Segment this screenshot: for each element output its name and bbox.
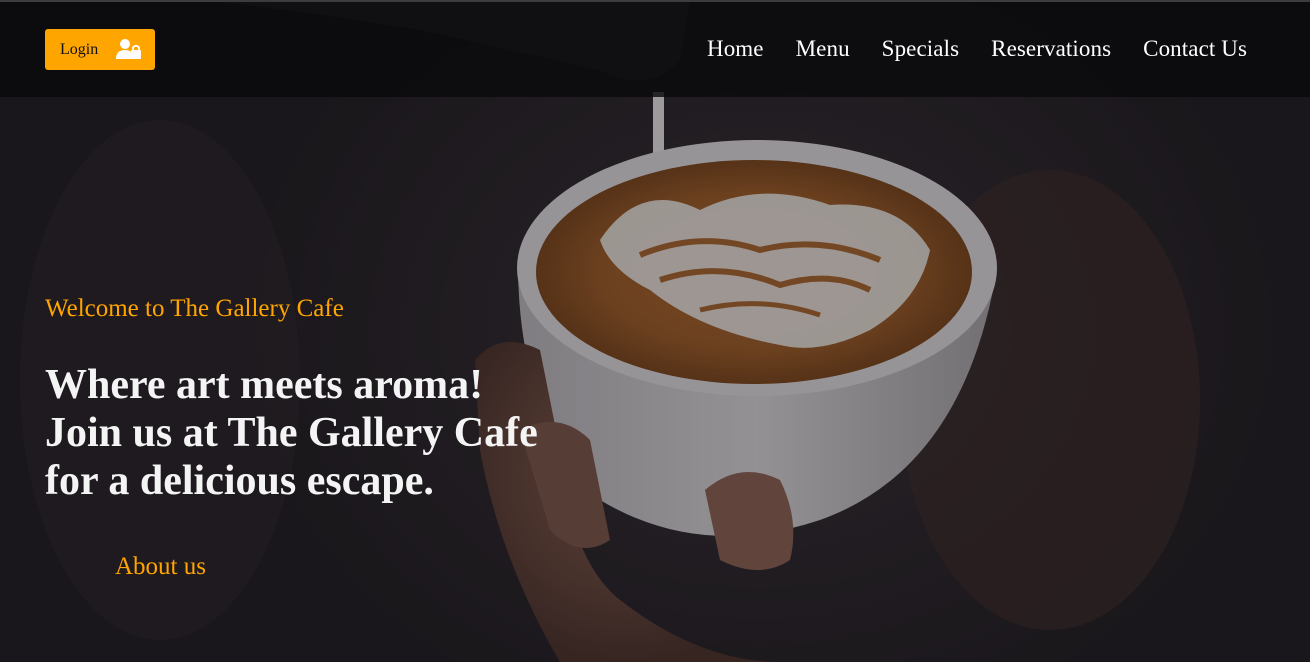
nav-reservations[interactable]: Reservations — [991, 33, 1111, 65]
top-divider — [0, 0, 1310, 2]
about-us-link[interactable]: About us — [115, 553, 206, 581]
welcome-text: Welcome to The Gallery Cafe — [45, 295, 344, 322]
nav-home[interactable]: Home — [707, 33, 764, 65]
nav-menu[interactable]: Menu — [796, 33, 850, 65]
nav-specials[interactable]: Specials — [882, 33, 959, 65]
main-nav: Home Menu Specials Reservations Contact … — [707, 33, 1247, 65]
login-button[interactable]: Login — [45, 29, 155, 70]
hero-headline: Where art meets aroma! Join us at The Ga… — [45, 362, 538, 504]
top-navbar: Login Home Menu Specials Reservations Co… — [0, 0, 1310, 97]
nav-contact-us[interactable]: Contact Us — [1143, 33, 1247, 65]
user-lock-icon — [116, 38, 142, 65]
login-label: Login — [60, 40, 99, 58]
